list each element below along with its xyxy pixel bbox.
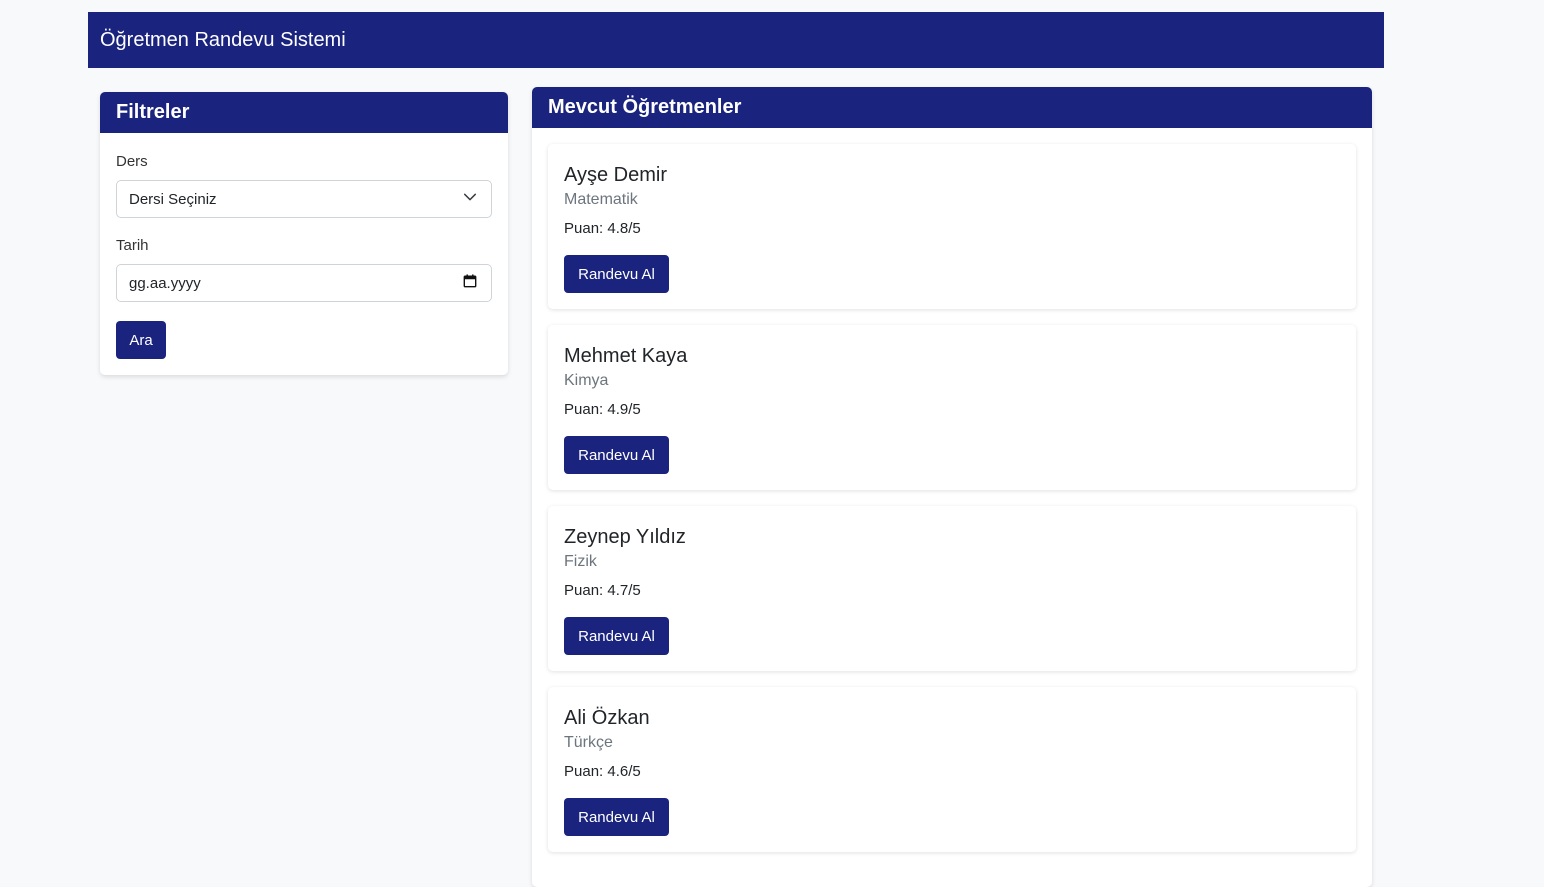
subject-select[interactable]: Dersi Seçiniz [116, 180, 492, 218]
teachers-list: Ayşe Demir Matematik Puan: 4.8/5 Randevu… [532, 128, 1372, 884]
chevron-down-icon [463, 190, 477, 208]
teacher-name: Ayşe Demir [564, 164, 667, 186]
teacher-rating: Puan: 4.6/5 [564, 763, 641, 780]
teacher-card: Mehmet Kaya Kimya Puan: 4.9/5 Randevu Al [548, 325, 1356, 490]
filters-card: Filtreler Ders Dersi Seçiniz Tarih gg.aa… [100, 92, 508, 375]
teachers-header: Mevcut Öğretmenler [532, 87, 1372, 128]
teacher-card: Ali Özkan Türkçe Puan: 4.6/5 Randevu Al [548, 687, 1356, 852]
navbar: Öğretmen Randevu Sistemi [88, 12, 1384, 68]
subject-select-value: Dersi Seçiniz [129, 190, 217, 208]
teacher-name: Zeynep Yıldız [564, 526, 686, 548]
teacher-subject: Türkçe [564, 734, 613, 751]
teacher-subject: Fizik [564, 553, 597, 570]
teacher-rating: Puan: 4.8/5 [564, 220, 641, 237]
brand-title[interactable]: Öğretmen Randevu Sistemi [100, 29, 346, 52]
teachers-card: Mevcut Öğretmenler Ayşe Demir Matematik … [532, 87, 1372, 887]
filters-body: Ders Dersi Seçiniz Tarih gg.aa.yyyy Ara [100, 133, 508, 375]
teacher-rating: Puan: 4.9/5 [564, 401, 641, 418]
teacher-name: Mehmet Kaya [564, 345, 688, 367]
book-appointment-button[interactable]: Randevu Al [564, 436, 669, 474]
subject-label: Ders [116, 153, 148, 170]
book-appointment-button[interactable]: Randevu Al [564, 255, 669, 293]
book-appointment-button[interactable]: Randevu Al [564, 617, 669, 655]
filters-header: Filtreler [100, 92, 508, 133]
teacher-subject: Kimya [564, 372, 609, 389]
date-input[interactable]: gg.aa.yyyy [116, 264, 492, 302]
teacher-card: Zeynep Yıldız Fizik Puan: 4.7/5 Randevu … [548, 506, 1356, 671]
teacher-subject: Matematik [564, 191, 638, 208]
teacher-rating: Puan: 4.7/5 [564, 582, 641, 599]
book-appointment-button[interactable]: Randevu Al [564, 798, 669, 836]
calendar-icon[interactable] [463, 274, 477, 292]
date-input-placeholder: gg.aa.yyyy [129, 274, 201, 292]
teacher-card: Ayşe Demir Matematik Puan: 4.8/5 Randevu… [548, 144, 1356, 309]
search-button[interactable]: Ara [116, 321, 166, 359]
teacher-name: Ali Özkan [564, 707, 650, 729]
date-label: Tarih [116, 237, 149, 254]
